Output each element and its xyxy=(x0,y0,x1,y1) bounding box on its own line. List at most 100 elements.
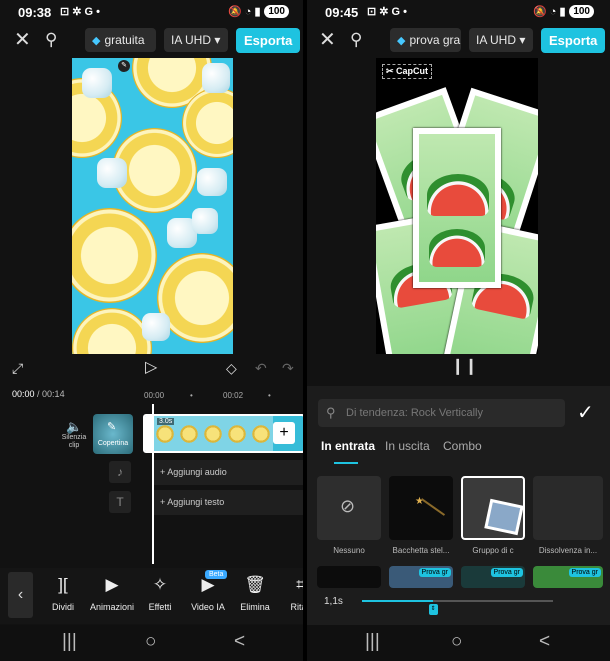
add-text-track[interactable]: + Aggiungi testo xyxy=(152,490,303,515)
back-icon[interactable]: < xyxy=(539,631,550,653)
tool-video-ai[interactable]: ▶ Video IA xyxy=(185,574,231,612)
ruler-tick: 00:02 xyxy=(223,391,244,400)
home-icon[interactable]: ○ xyxy=(451,631,462,653)
export-button[interactable]: Esporta xyxy=(236,28,301,53)
add-clip-button[interactable]: + xyxy=(273,422,295,444)
animation-thumb[interactable]: Prova gr xyxy=(389,566,453,588)
add-audio-track[interactable]: + Aggiungi audio xyxy=(152,460,303,485)
animation-label: Gruppo di c xyxy=(472,546,514,555)
status-right-icons: 🔕 ◔ ▮ xyxy=(228,6,261,18)
search-icon[interactable]: ⚲ xyxy=(45,28,57,52)
edit-icon[interactable]: ✎ xyxy=(118,60,130,72)
ice-cube xyxy=(197,168,227,196)
editor-panel-left: 09:38 ⊡ ✲ G • 🔕 ◔ ▮ 100 ✕ ⚲ ◆ gratuita IA… xyxy=(0,0,303,661)
cover-button[interactable]: ✎ Copertina xyxy=(93,414,133,454)
tool-effects[interactable]: ✧ Effetti xyxy=(137,574,183,612)
playhead[interactable] xyxy=(152,404,154,564)
animation-search-input[interactable]: ⚲ Di tendenza: Rock Vertically xyxy=(318,399,565,427)
status-bar: 09:45 ⊡ ✲ G • 🔕 ◔ ▮ 100 xyxy=(307,0,610,26)
status-icons: ⊡ ✲ G • xyxy=(367,6,408,18)
animation-none[interactable]: ⊘ xyxy=(317,476,381,540)
text-icon[interactable]: T xyxy=(109,491,131,513)
pause-icon[interactable]: ❙❙ xyxy=(451,356,478,376)
animation-label: Bacchetta stel... xyxy=(392,546,450,555)
battery-badge: 100 xyxy=(264,5,289,18)
animation-label: Dissolvenza in... xyxy=(538,546,598,555)
duration-slider-handle[interactable]: ⇕ xyxy=(428,604,438,615)
play-icon[interactable]: ▷ xyxy=(145,356,157,380)
diamond-icon: ◆ xyxy=(92,35,101,47)
video-ai-icon: ▶ xyxy=(201,575,215,594)
tool-animations[interactable]: ▶ Animazioni xyxy=(88,574,136,612)
pro-trial-pill[interactable]: ◆ gratuita xyxy=(85,28,156,52)
capcut-logo-icon: ✂ xyxy=(386,66,397,76)
keyframe-icon[interactable]: ◇ xyxy=(226,356,237,380)
ruler-tick: 00:00 xyxy=(144,391,165,400)
close-icon[interactable]: ✕ xyxy=(14,28,31,52)
animation-magic-wand[interactable]: ★ xyxy=(389,476,453,540)
search-icon: ⚲ xyxy=(326,405,336,420)
tool-delete[interactable]: 🗑 Elimina xyxy=(232,574,278,612)
clip-trim-handle[interactable] xyxy=(145,416,152,451)
redo-icon[interactable]: ↷ xyxy=(282,356,294,380)
quality-dropdown[interactable]: IA UHD ▾ xyxy=(164,28,228,52)
animation-label: Nessuno xyxy=(333,546,365,555)
status-time: 09:38 xyxy=(18,5,52,20)
preview-canvas[interactable]: ✂ CapCut xyxy=(376,58,538,354)
animation-thumb[interactable]: Prova gr xyxy=(533,566,603,588)
delete-icon: 🗑 xyxy=(244,575,266,594)
tab-in[interactable]: In entrata xyxy=(321,439,375,453)
music-note-icon[interactable]: ♪ xyxy=(109,461,131,483)
ice-cube xyxy=(97,158,127,188)
status-icons: ⊡ ✲ G • xyxy=(60,6,101,18)
clip-duration: 3.0s xyxy=(157,418,175,425)
fullscreen-icon[interactable]: ⤢ xyxy=(12,356,23,380)
video-clip[interactable]: 3.0s + xyxy=(143,414,303,453)
undo-icon[interactable]: ↶ xyxy=(255,356,267,380)
tab-out[interactable]: In uscita xyxy=(385,439,430,453)
clip-thumbnail xyxy=(249,416,273,451)
animation-thumb[interactable]: Prova gr xyxy=(461,566,525,588)
system-nav-bar: ||| ○ < xyxy=(0,625,303,661)
pencil-icon: ✎ xyxy=(107,421,117,433)
tool-split[interactable]: ][Dividi xyxy=(40,574,86,612)
confirm-check-icon[interactable]: ✓ xyxy=(577,400,594,425)
animation-group-selected[interactable] xyxy=(461,476,525,540)
clip-thumbnail xyxy=(177,416,201,451)
no-entry-icon: ⊘ xyxy=(340,496,356,516)
ice-cube xyxy=(202,63,230,93)
clip-thumbnail xyxy=(225,416,249,451)
photo-card-center xyxy=(413,128,501,288)
animation-thumb[interactable] xyxy=(317,566,381,588)
battery-badge: 100 xyxy=(569,5,594,18)
recent-apps-icon[interactable]: ||| xyxy=(365,631,380,653)
search-icon[interactable]: ⚲ xyxy=(350,28,362,52)
capcut-watermark[interactable]: ✂ CapCut xyxy=(382,64,433,79)
system-nav-bar: ||| ○ < xyxy=(307,625,610,661)
recent-apps-icon[interactable]: ||| xyxy=(62,631,77,653)
collapse-back-button[interactable]: ‹ xyxy=(8,572,33,618)
duration-slider-fill xyxy=(362,600,433,602)
pro-tag: Prova gr xyxy=(568,568,601,577)
diamond-icon: ◆ xyxy=(397,35,406,47)
close-icon[interactable]: ✕ xyxy=(319,28,336,52)
tool-crop[interactable]: ⌗Ritag xyxy=(278,574,303,612)
animation-fade-in[interactable] xyxy=(533,476,603,540)
animation-icon: ▶ xyxy=(105,575,119,594)
status-right-icons: 🔕 ◔ ▮ xyxy=(533,6,566,18)
split-icon: ][ xyxy=(58,575,68,594)
tab-combo[interactable]: Combo xyxy=(443,439,482,453)
photo-thumb-icon xyxy=(484,498,523,536)
wand-icon xyxy=(420,498,446,516)
quality-dropdown[interactable]: IA UHD ▾ xyxy=(469,28,533,52)
home-icon[interactable]: ○ xyxy=(145,631,156,653)
preview-canvas[interactable]: ✎ xyxy=(72,58,233,354)
ruler-tick: • xyxy=(268,391,271,400)
pro-tag: Prova gr xyxy=(490,568,523,577)
back-icon[interactable]: < xyxy=(234,631,245,653)
mute-clip-label: Silenzia clip xyxy=(61,434,87,449)
pro-trial-pill[interactable]: ◆ prova gra xyxy=(390,28,461,52)
cover-label: Copertina xyxy=(97,440,129,447)
timecode: 00:00 / 00:14 xyxy=(12,389,65,399)
export-button[interactable]: Esporta xyxy=(541,28,606,53)
